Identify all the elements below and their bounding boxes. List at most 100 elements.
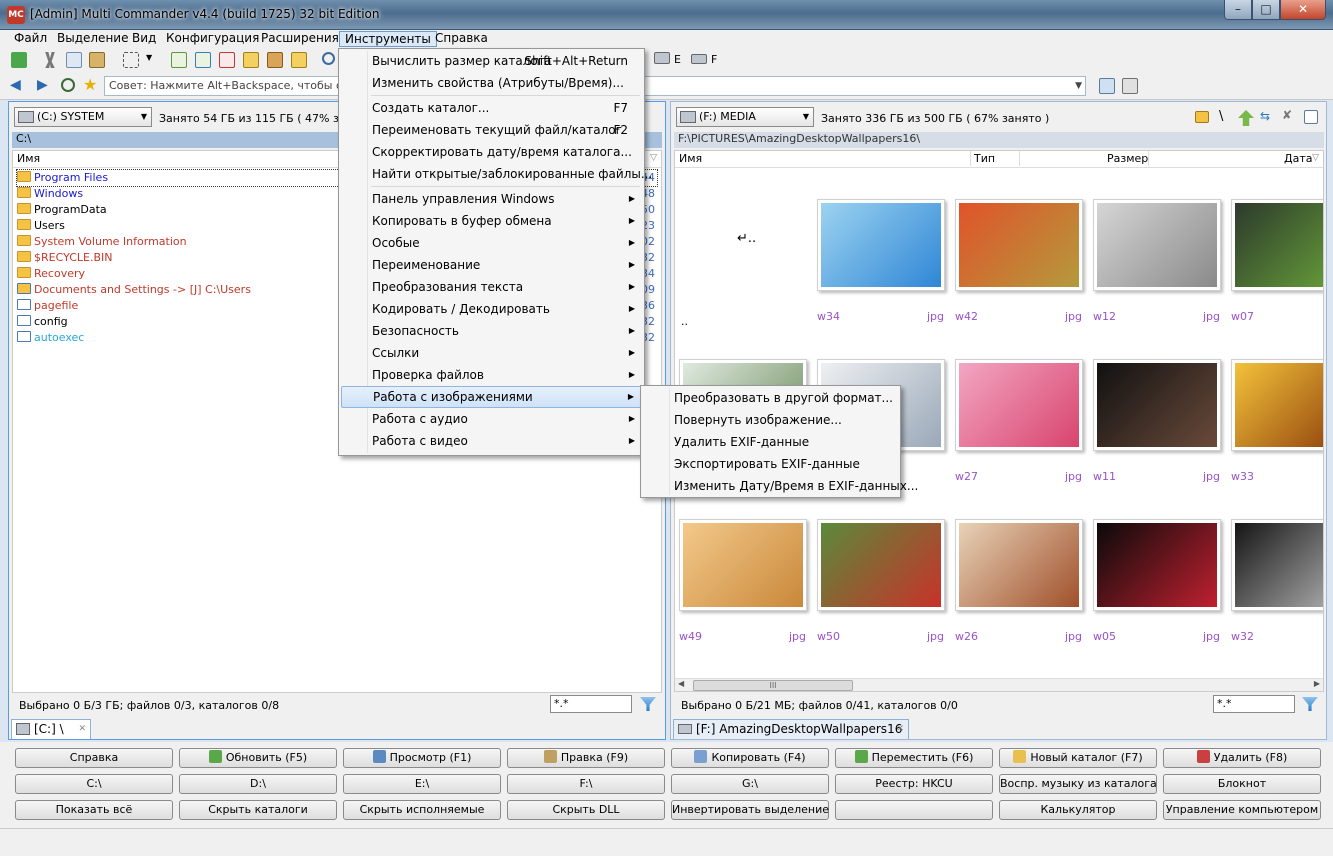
scroll-right-icon[interactable]: ▶ [1314,679,1320,688]
menu-file[interactable]: Файл [9,31,52,47]
command-button[interactable]: Обновить (F5) [179,748,337,768]
tools-menu-item[interactable]: Ссылки ▶ [341,342,642,364]
up-dir-arrow-icon[interactable]: ↵.. [737,231,756,246]
tools-menu-item[interactable]: Безопасность ▶ [341,320,642,342]
drive-f-icon[interactable] [691,54,707,64]
maximize-button[interactable]: □ [1252,0,1280,20]
image-submenu-item[interactable]: Преобразовать в другой формат... [643,387,898,409]
thumbnail[interactable] [1231,359,1323,451]
notes-icon[interactable] [1099,78,1115,94]
new-file-icon[interactable] [171,52,187,68]
command-button[interactable]: E:\ [343,774,501,794]
tools-menu-item[interactable]: Работа с видео ▶ [341,430,642,452]
command-button[interactable]: Переместить (F6) [835,748,993,768]
close-tab-icon[interactable]: ✕ [896,720,904,738]
tools-menu-item[interactable]: Кодировать / Декодировать ▶ [341,298,642,320]
cut-icon[interactable] [45,52,55,68]
thumbnail[interactable] [817,199,945,291]
command-button[interactable]: Управление компьютером [1163,800,1321,820]
back-arrow-icon[interactable]: ◀ [10,77,21,93]
tools-menu-item[interactable]: Изменить свойства (Атрибуты/Время)... [341,72,642,94]
command-button[interactable]: Блокнот [1163,774,1321,794]
tools-menu-item[interactable]: Создать каталог... F7 [341,97,642,119]
menu-configuration[interactable]: Конфигурация [161,31,264,47]
command-button[interactable]: Правка (F9) [507,748,665,768]
copy-icon[interactable] [66,52,82,68]
left-filter-input[interactable]: *.* [550,695,632,713]
filter-icon[interactable] [1302,697,1318,711]
unpack-icon[interactable] [291,52,307,68]
command-button[interactable]: Просмотр (F1) [343,748,501,768]
thumbnail[interactable] [1093,519,1221,611]
command-button[interactable]: G:\ [671,774,829,794]
tools-menu-item[interactable]: Найти открытые/заблокированные файлы... [341,163,652,185]
tools-menu-item[interactable]: Вычислить размер каталога Shift+Alt+Retur… [341,50,642,72]
right-column-header[interactable]: Имя Тип Размер Дата ▽ [675,151,1323,168]
tree-icon[interactable] [1195,111,1209,123]
command-button[interactable]: Воспр. музыку из каталога [999,774,1157,794]
column-name-header[interactable]: Имя [679,151,702,166]
horizontal-scrollbar[interactable]: ◀ III ▶ [675,678,1323,691]
right-tab[interactable]: [F:] AmazingDesktopWallpapers16 ✕ [673,719,909,739]
column-size-header[interactable]: Размер [1107,151,1148,166]
root-icon[interactable]: \ [1219,109,1223,124]
tools-icon[interactable]: ✘ [1282,108,1292,122]
archive-icon[interactable] [243,52,259,68]
menu-selection[interactable]: Выделение [52,31,133,47]
image-submenu-item[interactable]: Экспортировать EXIF-данные [643,453,898,475]
command-button[interactable]: Реестр: HKCU [835,774,993,794]
right-drive-selector[interactable]: (F:) MEDIA ▼ [676,107,814,127]
command-button[interactable]: Инвертировать выделение [671,800,829,820]
thumbnail[interactable] [679,519,807,611]
tools-menu-item[interactable]: Копировать в буфер обмена ▶ [341,210,642,232]
image-submenu-item[interactable]: Удалить EXIF-данные [643,431,898,453]
tools-menu-item[interactable]: Работа с аудио ▶ [341,408,642,430]
column-divider[interactable] [1019,151,1020,166]
column-divider[interactable] [970,151,971,166]
command-button[interactable]: Копировать (F4) [671,748,829,768]
right-path-bar[interactable]: F:\PICTURES\AmazingDesktopWallpapers16\ [674,132,1324,148]
command-button[interactable]: Скрыть исполняемые [343,800,501,820]
command-button[interactable]: Показать всё [15,800,173,820]
calculator-icon[interactable] [1122,78,1138,94]
thumbnail[interactable] [1093,199,1221,291]
chevron-down-icon[interactable]: ▼ [1075,77,1082,95]
refresh-icon[interactable] [11,52,27,68]
left-tab[interactable]: [C:] \ ✕ [11,719,91,739]
history-icon[interactable] [61,78,75,92]
command-button[interactable] [835,800,993,820]
menu-extensions[interactable]: Расширения [256,31,344,47]
thumbnail[interactable] [1093,359,1221,451]
drive-e-icon[interactable] [654,52,670,64]
command-button[interactable]: Скрыть каталоги [179,800,337,820]
view-mode-icon[interactable] [1304,110,1318,124]
sync-icon[interactable]: ⇆ [1260,109,1270,123]
command-button[interactable]: D:\ [179,774,337,794]
tools-menu-item[interactable]: Переименовать текущий файл/каталог F2 [341,119,642,141]
package-icon[interactable] [267,52,283,68]
paste-icon[interactable] [89,52,105,68]
tools-menu-item[interactable]: Работа с изображениями ▶ [341,386,642,408]
command-button[interactable]: Калькулятор [999,800,1157,820]
image-submenu-item[interactable]: Изменить Дату/Время в EXIF-данных... [643,475,918,497]
command-button[interactable]: Скрыть DLL [507,800,665,820]
menu-help[interactable]: Справка [430,31,493,47]
command-button[interactable]: F:\ [507,774,665,794]
tools-menu-item[interactable]: Преобразования текста ▶ [341,276,642,298]
right-filter-input[interactable]: *.* [1213,695,1295,713]
command-button[interactable]: C:\ [15,774,173,794]
command-button[interactable]: Справка [15,748,173,768]
tools-menu-item[interactable]: Проверка файлов ▶ [341,364,642,386]
left-drive-selector[interactable]: (C:) SYSTEM ▼ [14,107,152,127]
select-icon[interactable] [123,52,139,68]
scroll-thumb[interactable]: III [693,680,853,691]
thumbnail[interactable] [955,519,1083,611]
command-button[interactable]: Новый каталог (F7) [999,748,1157,768]
delete-file-icon[interactable] [219,52,235,68]
menu-view[interactable]: Вид [127,31,161,47]
up-folder-icon[interactable] [1238,110,1254,126]
move-file-icon[interactable] [195,52,211,68]
forward-arrow-icon[interactable]: ▶ [37,77,48,93]
column-date-header[interactable]: Дата [1284,151,1312,166]
thumbnail[interactable] [955,199,1083,291]
